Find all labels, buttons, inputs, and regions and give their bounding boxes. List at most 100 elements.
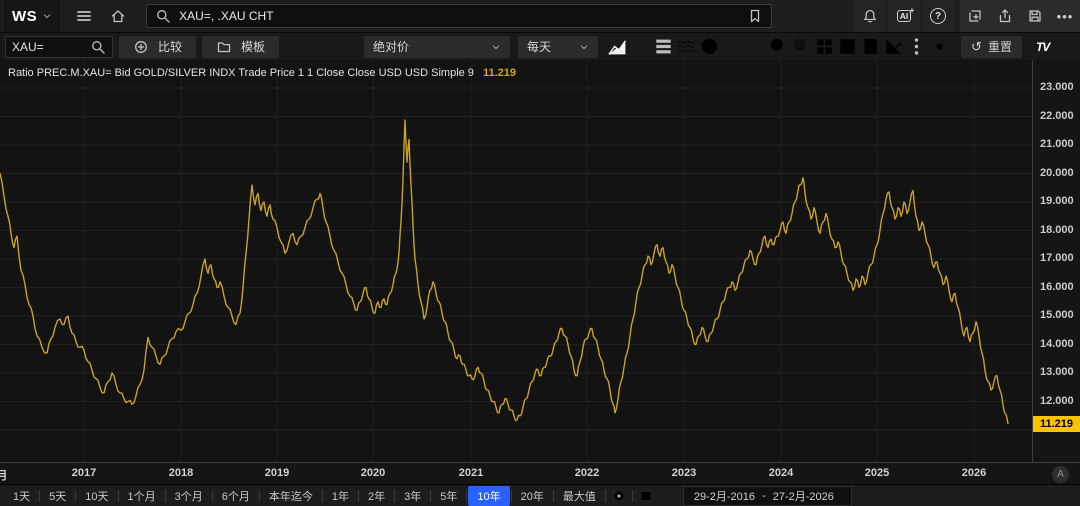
- reset-icon: ↺: [971, 39, 982, 55]
- price-mode-select[interactable]: 绝对价: [364, 36, 510, 58]
- kebab-icon[interactable]: [905, 36, 928, 58]
- price-mode-value: 绝对价: [373, 38, 409, 55]
- new-document-icon: [967, 8, 983, 24]
- y-axis-label: 17.000: [1040, 252, 1074, 264]
- template-button[interactable]: 模板: [202, 36, 279, 58]
- y-axis-label: 19.000: [1040, 195, 1074, 207]
- tradingview-logo-icon[interactable]: TV: [1036, 40, 1049, 54]
- zoom-out-icon[interactable]: [790, 36, 813, 58]
- interval-select[interactable]: 每天: [518, 36, 598, 58]
- range-button-3个月[interactable]: 3个月: [166, 485, 212, 506]
- date-range-picker[interactable]: 29-2月-2016-27-2月-2026: [683, 486, 852, 506]
- price-chart[interactable]: [0, 60, 1032, 462]
- y-axis-label: 18.000: [1040, 224, 1074, 236]
- symbol-input[interactable]: XAU=: [5, 36, 113, 58]
- chart-area[interactable]: Ratio PREC.M.XAU= Bid GOLD/SILVER INDX T…: [0, 60, 1080, 484]
- range-button-10年[interactable]: 10年: [468, 486, 509, 506]
- gear-icon[interactable]: [928, 36, 951, 58]
- compare-icon: [133, 39, 149, 55]
- app-logo-text: WS: [12, 8, 37, 25]
- drawing-icon[interactable]: [721, 36, 744, 58]
- x-axis[interactable]: A 月2017201820192020202120222023202420252…: [0, 462, 1080, 484]
- bell-icon: [862, 8, 878, 24]
- app-logo[interactable]: WS: [4, 0, 60, 32]
- reset-label: 重置: [988, 38, 1012, 55]
- help-button[interactable]: ?: [922, 0, 954, 32]
- zoom-in-icon[interactable]: [767, 36, 790, 58]
- chart-title-text: Ratio PREC.M.XAU= Bid GOLD/SILVER INDX T…: [8, 67, 474, 79]
- question-icon: ?: [930, 8, 946, 24]
- menu-button[interactable]: [72, 4, 96, 28]
- range-button-最大值[interactable]: 最大值: [554, 485, 605, 506]
- search-icon: [155, 8, 171, 24]
- layers-icon[interactable]: [652, 36, 675, 58]
- range-button-1个月[interactable]: 1个月: [119, 485, 165, 506]
- range-button-3年[interactable]: 3年: [395, 485, 430, 506]
- bar-chart-icon[interactable]: [629, 36, 652, 58]
- date-separator: -: [762, 490, 766, 502]
- trading-workspace: WS XAU=, .XAU CHT AI+ ? ••• XAU=: [0, 0, 1080, 506]
- document-actions: •••: [960, 0, 1080, 32]
- waves-icon[interactable]: [675, 36, 698, 58]
- notifications-button[interactable]: [854, 0, 886, 32]
- home-button[interactable]: [106, 4, 130, 28]
- events-icon[interactable]: [698, 36, 721, 58]
- chart-tool-icons: [606, 36, 951, 58]
- y-axis-label: 22.000: [1040, 110, 1074, 122]
- y-axis[interactable]: 23.00022.00021.00020.00019.00018.00017.0…: [1032, 60, 1080, 462]
- range-button-10天[interactable]: 10天: [76, 485, 117, 506]
- range-button-1天[interactable]: 1天: [4, 485, 39, 506]
- bookmark-icon[interactable]: [747, 8, 763, 24]
- chevron-down-icon: [491, 42, 501, 52]
- area-chart-icon[interactable]: [606, 36, 629, 58]
- chart-toolbar: XAU= 比较 模板 绝对价 每天 ↺ 重置 TV: [0, 32, 1080, 60]
- global-search[interactable]: XAU=, .XAU CHT: [146, 4, 772, 28]
- y-axis-label: 23.000: [1040, 81, 1074, 93]
- y-axis-label: 13.000: [1040, 366, 1074, 378]
- y-axis-label: 21.000: [1040, 138, 1074, 150]
- x-axis-label: 2018: [169, 467, 193, 479]
- range-button-5天[interactable]: 5天: [40, 485, 75, 506]
- chart-last-value: 11.219: [483, 67, 516, 79]
- new-document-button[interactable]: [960, 0, 990, 32]
- range-button-2年[interactable]: 2年: [359, 485, 394, 506]
- compare-grid-icon[interactable]: [633, 485, 659, 506]
- text-tool-icon[interactable]: [744, 36, 767, 58]
- x-axis-label: 2022: [575, 467, 599, 479]
- chart-legend: Ratio PREC.M.XAU= Bid GOLD/SILVER INDX T…: [8, 67, 516, 79]
- range-button-本年迄今[interactable]: 本年迄今: [260, 485, 322, 506]
- search-value[interactable]: XAU=, .XAU CHT: [179, 9, 739, 23]
- share-button[interactable]: [990, 0, 1020, 32]
- save-icon: [1027, 8, 1043, 24]
- x-axis-label: 2021: [459, 467, 483, 479]
- range-button-5年[interactable]: 5年: [431, 485, 466, 506]
- notebook-icon[interactable]: [859, 36, 882, 58]
- range-button-1年[interactable]: 1年: [323, 485, 358, 506]
- last-price-badge: 11.219: [1033, 416, 1080, 432]
- y-axis-label: 14.000: [1040, 338, 1074, 350]
- more-options-button[interactable]: •••: [1050, 0, 1080, 32]
- divider: [466, 490, 467, 502]
- more-dots-icon: •••: [1057, 9, 1074, 24]
- compare-button[interactable]: 比较: [119, 36, 196, 58]
- x-axis-label: 月: [0, 467, 8, 483]
- home-icon: [110, 8, 126, 24]
- axis-settings-button[interactable]: A: [1052, 466, 1069, 483]
- save-button[interactable]: [1020, 0, 1050, 32]
- chart-export-icon[interactable]: [882, 36, 905, 58]
- x-axis-label: 2025: [865, 467, 889, 479]
- symbol-input-value: XAU=: [12, 40, 44, 54]
- header-right-icons: AI+ ? •••: [852, 0, 1080, 32]
- reset-button[interactable]: ↺ 重置: [961, 36, 1022, 58]
- folder-icon: [216, 39, 232, 55]
- add-pane-icon[interactable]: [836, 36, 859, 58]
- settings-circle-icon[interactable]: [606, 485, 632, 506]
- ai-assistant-button[interactable]: AI+: [888, 0, 920, 32]
- y-axis-label: 12.000: [1040, 395, 1074, 407]
- range-button-20年[interactable]: 20年: [512, 485, 553, 506]
- compare-label: 比较: [158, 38, 182, 55]
- grid-layout-icon[interactable]: [813, 36, 836, 58]
- y-axis-label: 16.000: [1040, 281, 1074, 293]
- interval-value: 每天: [527, 38, 551, 55]
- range-button-6个月[interactable]: 6个月: [213, 485, 259, 506]
